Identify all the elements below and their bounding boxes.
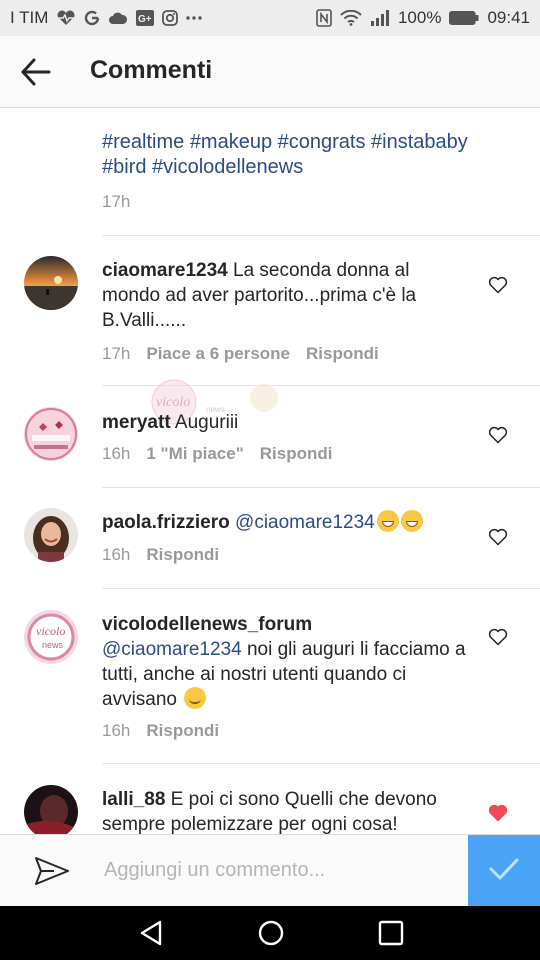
- avatar[interactable]: [24, 256, 78, 310]
- direct-send-icon[interactable]: [34, 855, 70, 887]
- comment-username[interactable]: vicolodellenews_forum: [102, 614, 312, 635]
- divider: [102, 588, 540, 589]
- comment-input-bar: [0, 834, 540, 907]
- nav-back-icon[interactable]: [136, 918, 166, 948]
- avatar[interactable]: [24, 407, 78, 461]
- reply-button[interactable]: Rispondi: [260, 444, 333, 464]
- back-arrow-icon[interactable]: [20, 58, 52, 86]
- battery-percent: 100%: [397, 8, 442, 27]
- heart-icon[interactable]: [488, 804, 508, 822]
- divider: [102, 487, 540, 488]
- cloud-icon: [108, 11, 128, 25]
- comment-username[interactable]: paola.frizziero: [102, 512, 230, 533]
- caption-timestamp: 17h: [102, 192, 131, 211]
- comment-meta: 17h Piace a 6 persone Rispondi: [102, 344, 379, 364]
- more-notifications-icon: [186, 15, 203, 21]
- likes-count[interactable]: 1 "Mi piace": [146, 444, 243, 464]
- comment-time: 17h: [102, 344, 131, 363]
- comment-meta: 16h 1 "Mi piace" Rispondi: [102, 444, 332, 464]
- app-header: Commenti: [0, 36, 540, 108]
- reply-button[interactable]: Rispondi: [146, 721, 219, 741]
- caption-hashtags[interactable]: #realtime #makeup #congrats #instababy #…: [102, 130, 502, 180]
- reply-button[interactable]: Rispondi: [146, 545, 219, 565]
- carrier-label: I TIM: [10, 8, 49, 27]
- comment-time: 16h: [102, 444, 131, 463]
- comment-mention[interactable]: @ciaomare1234: [235, 512, 375, 533]
- clock: 09:41: [487, 8, 530, 27]
- checkmark-icon: [488, 856, 520, 887]
- status-bar: I TIM G+ 100% 09:41: [0, 0, 540, 36]
- comment-text: Auguriii: [174, 412, 239, 433]
- comment-username[interactable]: lalli_88: [102, 789, 165, 810]
- svg-text:vicolo: vicolo: [156, 395, 190, 410]
- heart-pulse-icon: [56, 10, 76, 26]
- comment-username[interactable]: ciaomare1234: [102, 260, 228, 281]
- avatar[interactable]: [24, 785, 78, 839]
- google-plus-icon: G+: [136, 10, 155, 26]
- post-caption: #realtime #makeup #congrats #instababy #…: [102, 130, 502, 211]
- comment-body: vicolodellenews_forum @ciaomare1234 noi …: [102, 612, 472, 712]
- comment-input[interactable]: [102, 858, 456, 883]
- comment-mention[interactable]: @ciaomare1234: [102, 639, 242, 660]
- page-title: Commenti: [90, 56, 213, 84]
- comment-time: 16h: [102, 721, 131, 740]
- grinning-face-emoji: [400, 510, 423, 532]
- nav-recents-icon[interactable]: [376, 918, 406, 948]
- android-navigation-bar: [0, 906, 540, 960]
- heart-icon[interactable]: [488, 426, 508, 444]
- nav-home-icon[interactable]: [256, 918, 286, 948]
- svg-text:vicolo: vicolo: [36, 624, 65, 638]
- signal-icon: [370, 10, 390, 26]
- comment-body: meryatt Auguriii: [102, 410, 462, 435]
- comment-time: 16h: [102, 545, 131, 564]
- comment-body: ciaomare1234 La seconda donna al mondo a…: [102, 258, 462, 333]
- comment-body: paola.frizziero @ciaomare1234: [102, 510, 482, 535]
- heart-icon[interactable]: [488, 628, 508, 646]
- comment-meta: 16h Rispondi: [102, 545, 219, 565]
- avatar[interactable]: [24, 508, 78, 562]
- google-icon: [84, 10, 100, 26]
- grinning-face-emoji: [376, 510, 399, 532]
- heart-icon[interactable]: [488, 528, 508, 546]
- svg-text:news: news: [42, 640, 64, 650]
- instagram-icon: [162, 10, 179, 26]
- comment-username[interactable]: meryatt: [102, 412, 171, 433]
- svg-text:G+: G+: [138, 14, 152, 25]
- divider: [102, 235, 540, 236]
- post-comment-button[interactable]: [468, 835, 540, 907]
- battery-icon: [449, 11, 479, 25]
- comment-body: lalli_88 E poi ci sono Quelli che devono…: [102, 787, 472, 837]
- winking-face-emoji: [184, 687, 207, 709]
- wifi-icon: [340, 10, 362, 26]
- nfc-icon: [316, 9, 332, 27]
- likes-count[interactable]: Piace a 6 persone: [146, 344, 290, 364]
- reply-button[interactable]: Rispondi: [306, 344, 379, 364]
- divider: [102, 763, 540, 764]
- heart-icon[interactable]: [488, 276, 508, 294]
- comment-meta: 16h Rispondi: [102, 721, 219, 741]
- avatar[interactable]: vicolo news: [24, 610, 78, 664]
